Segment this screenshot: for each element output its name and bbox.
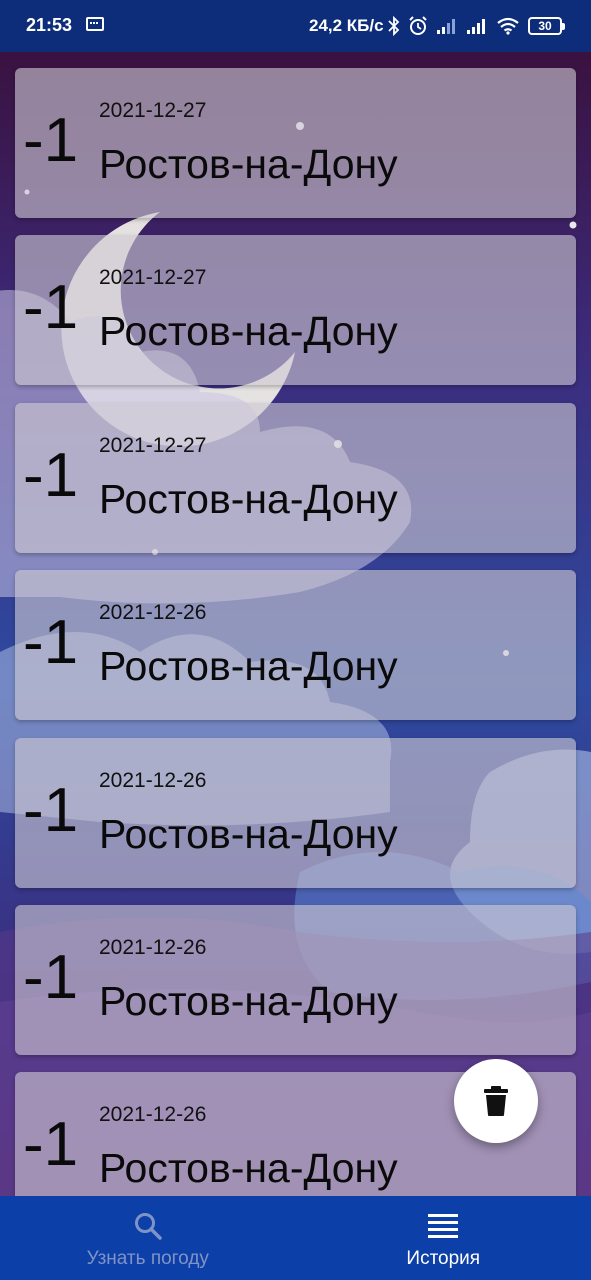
nav-label: Узнать погоду (86, 1248, 209, 1269)
temperature: -1 (23, 1110, 79, 1179)
nav-label: История (406, 1248, 481, 1269)
list-item[interactable]: -1 2021-12-27 Ростов-на-Дону (15, 235, 576, 385)
date-label: 2021-12-26 (99, 936, 207, 959)
date-label: 2021-12-26 (99, 601, 207, 624)
history-list[interactable]: -1 2021-12-27 Ростов-на-Дону -1 2021-12-… (0, 52, 591, 1196)
status-bar: 21:53 24,2 КБ/с 30 (0, 0, 591, 52)
nav-item-history[interactable]: История (296, 1196, 591, 1280)
battery-icon: 30 (528, 17, 565, 35)
city-name: Ростов-на-Дону (99, 141, 398, 187)
bottom-navigation: Узнать погоду История (0, 1196, 591, 1280)
signal-icon (436, 17, 458, 35)
city-name: Ростов-на-Дону (99, 978, 398, 1024)
temperature: -1 (23, 943, 79, 1012)
alarm-icon (408, 16, 428, 36)
sim-card-icon (86, 17, 104, 31)
temperature: -1 (23, 441, 79, 510)
date-label: 2021-12-27 (99, 434, 207, 457)
temperature: -1 (23, 106, 79, 175)
city-name: Ростов-на-Дону (99, 811, 398, 857)
status-icons: 30 (388, 13, 565, 39)
list-item[interactable]: -1 2021-12-27 Ростов-на-Дону (15, 403, 576, 553)
date-label: 2021-12-27 (99, 266, 207, 289)
temperature: -1 (23, 608, 79, 677)
temperature: -1 (23, 776, 79, 845)
trash-icon (484, 1086, 508, 1116)
list-item[interactable]: -1 2021-12-27 Ростов-на-Дону (15, 68, 576, 218)
city-name: Ростов-на-Дону (99, 1145, 398, 1191)
clear-history-button[interactable] (454, 1059, 538, 1143)
list-item[interactable]: -1 2021-12-26 Ростов-на-Дону (15, 905, 576, 1055)
list-icon (427, 1210, 459, 1242)
bluetooth-icon (388, 16, 400, 36)
search-icon (132, 1210, 164, 1242)
list-item[interactable]: -1 2021-12-26 Ростов-на-Дону (15, 738, 576, 888)
city-name: Ростов-на-Дону (99, 476, 398, 522)
network-speed: 24,2 КБ/с (309, 16, 384, 35)
city-name: Ростов-на-Дону (99, 308, 398, 354)
status-time: 21:53 (26, 15, 73, 35)
date-label: 2021-12-26 (99, 1103, 207, 1126)
city-name: Ростов-на-Дону (99, 643, 398, 689)
nav-item-get-weather[interactable]: Узнать погоду (0, 1196, 296, 1280)
date-label: 2021-12-26 (99, 769, 207, 792)
temperature: -1 (23, 273, 79, 342)
list-item[interactable]: -1 2021-12-26 Ростов-на-Дону (15, 570, 576, 720)
wifi-icon (496, 17, 520, 35)
signal-icon (466, 17, 488, 35)
date-label: 2021-12-27 (99, 99, 207, 122)
